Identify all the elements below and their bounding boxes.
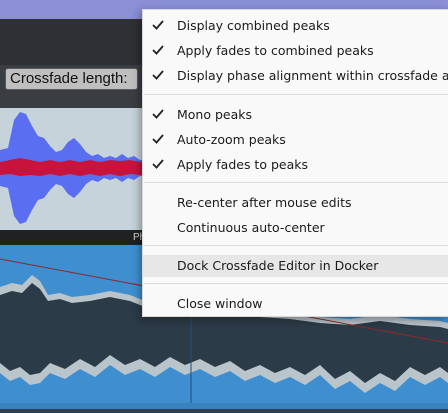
crossfade-peaks-view[interactable] [0,108,150,230]
menu-item-label: Mono peaks [177,107,253,122]
menu-item-label: Apply fades to combined peaks [177,43,374,58]
crossfade-peaks-waveform [0,112,150,224]
menu-separator [144,182,448,183]
menu-item-label: Dock Crossfade Editor in Docker [177,258,379,273]
menu-item-auto-zoom-peaks[interactable]: Auto-zoom peaks [143,129,448,151]
menu-item-label: Continuous auto-center [177,220,325,235]
crossfade-length-label[interactable]: Crossfade length: [5,68,138,90]
context-menu: Display combined peaks Apply fades to co… [142,9,448,317]
menu-item-dock-in-docker[interactable]: Dock Crossfade Editor in Docker [143,255,448,277]
track-bottom-border [0,403,448,409]
menu-item-label: Close window [177,296,263,311]
checkmark-icon [152,109,164,119]
menu-item-label: Auto-zoom peaks [177,132,286,147]
menu-item-apply-fades-to-peaks[interactable]: Apply fades to peaks [143,154,448,176]
menu-item-label: Apply fades to peaks [177,157,308,172]
menu-item-label: Re-center after mouse edits [177,195,352,210]
checkmark-icon [152,159,164,169]
menu-item-close-window[interactable]: Close window [143,293,448,315]
app-window: { "editor": { "crossfade_label": "Crossf… [0,0,448,409]
menu-item-mono-peaks[interactable]: Mono peaks [143,104,448,126]
checkmark-icon [152,134,164,144]
menu-separator [144,283,448,284]
menu-item-label: Display combined peaks [177,18,330,33]
menu-item-apply-fades-combined-peaks[interactable]: Apply fades to combined peaks [143,40,448,62]
menu-item-display-combined-peaks[interactable]: Display combined peaks [143,15,448,37]
menu-item-recenter-after-edits[interactable]: Re-center after mouse edits [143,192,448,214]
menu-item-continuous-auto-center[interactable]: Continuous auto-center [143,217,448,239]
menu-item-label: Display phase alignment within crossfade… [177,68,448,83]
crossfade-editor-statusbar [0,230,150,245]
menu-item-display-phase-alignment[interactable]: Display phase alignment within crossfade… [143,65,448,87]
menu-separator [144,245,448,246]
checkmark-icon [152,45,164,55]
checkmark-icon [152,20,164,30]
menu-separator [144,94,448,95]
checkmark-icon [152,70,164,80]
